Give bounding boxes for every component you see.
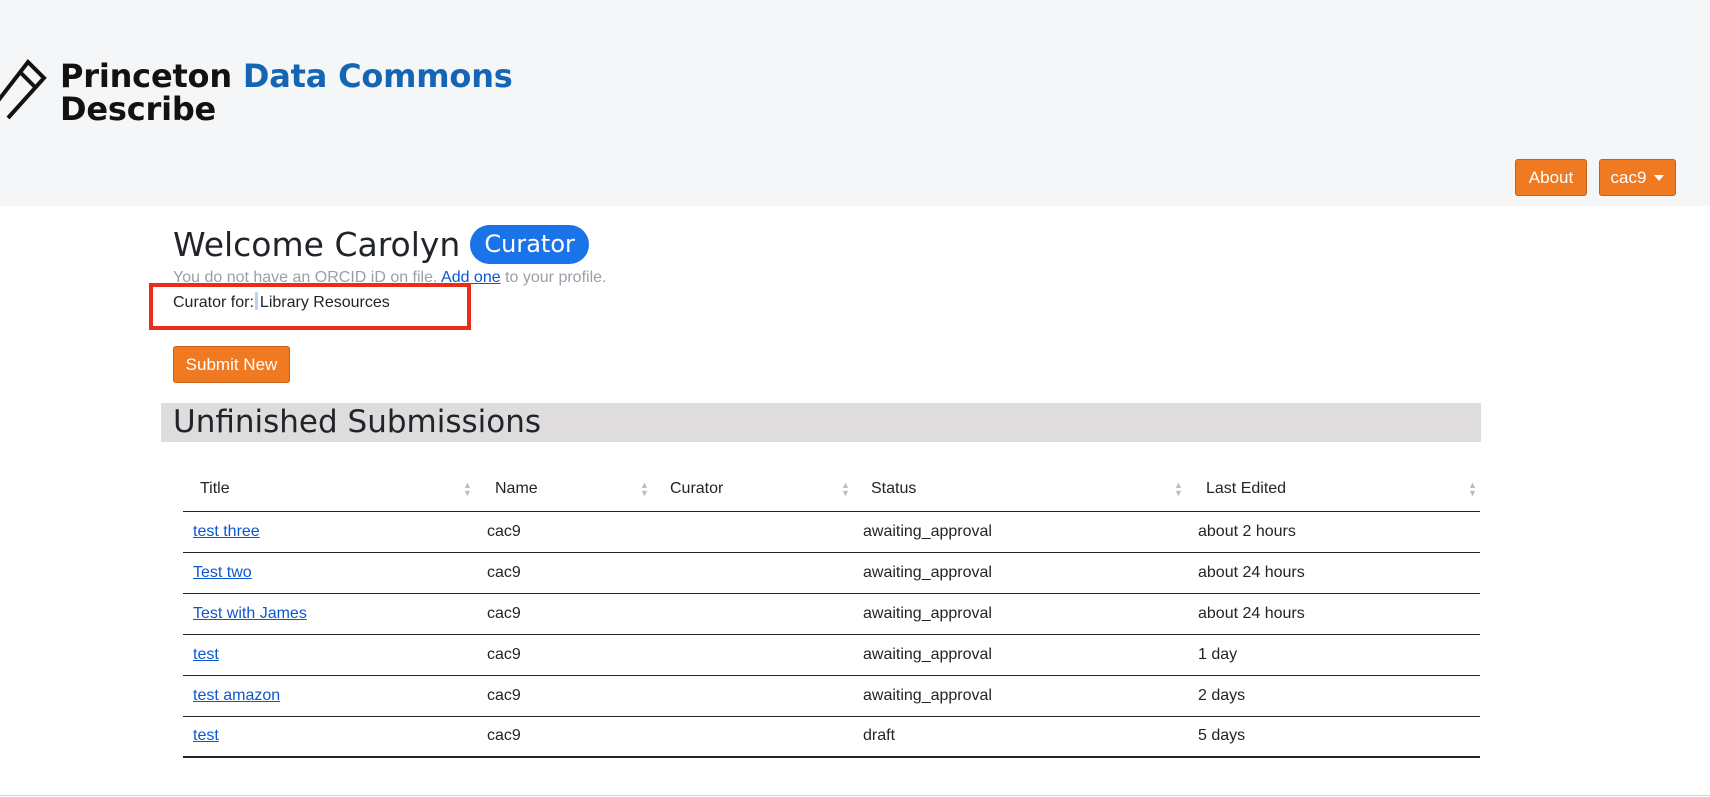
sort-icon[interactable]: ▲ ▼: [841, 481, 850, 498]
cell-curator: [652, 511, 853, 553]
user-menu-label: cac9: [1610, 167, 1647, 187]
cell-title: test three: [183, 511, 477, 553]
submit-new-button[interactable]: Submit New: [173, 346, 290, 383]
table-header-row: Title ▲ ▼ Name ▲ ▼ Curator ▲ ▼ Status ▲ ▼ La…: [183, 468, 1480, 512]
submissions-table: Title ▲ ▼ Name ▲ ▼ Curator ▲ ▼ Status ▲ ▼ La…: [183, 468, 1480, 758]
cell-curator: [652, 593, 853, 635]
about-button[interactable]: About: [1515, 159, 1587, 196]
cell-name: cac9: [477, 552, 652, 594]
cell-curator: [652, 634, 853, 676]
cell-title: Test two: [183, 552, 477, 594]
section-title: Unfinished Submissions: [173, 404, 542, 440]
sort-icon[interactable]: ▲ ▼: [1174, 481, 1183, 498]
cell-status: awaiting_approval: [853, 511, 1188, 553]
table-row: test cac9 awaiting_approval 1 day: [183, 634, 1480, 676]
table-row: test cac9 draft 5 days: [183, 716, 1480, 758]
column-header-status[interactable]: Status ▲ ▼: [853, 468, 1188, 512]
cell-name: cac9: [477, 634, 652, 676]
brand-name-part2: Data Commons: [242, 57, 513, 95]
column-header-name[interactable]: Name ▲ ▼: [477, 468, 652, 512]
column-header-curator[interactable]: Curator ▲ ▼: [652, 468, 853, 512]
column-header-title[interactable]: Title ▲ ▼: [183, 468, 477, 512]
sort-icon[interactable]: ▲ ▼: [463, 481, 472, 498]
welcome-heading: Welcome Carolyn Curator: [173, 225, 589, 264]
column-label: Title: [200, 480, 230, 497]
column-label: Name: [495, 480, 538, 497]
sort-icon[interactable]: ▲ ▼: [1468, 481, 1477, 498]
cell-title: test: [183, 716, 477, 758]
cell-name: cac9: [477, 716, 652, 758]
role-badge: Curator: [470, 225, 589, 264]
caret-down-icon: [1654, 174, 1665, 181]
cell-name: cac9: [477, 593, 652, 635]
submission-title-link[interactable]: Test with James: [193, 605, 307, 622]
cell-curator: [652, 675, 853, 717]
submission-title-link[interactable]: Test two: [193, 564, 252, 581]
table-row: test amazon cac9 awaiting_approval 2 day…: [183, 675, 1480, 717]
submission-title-link[interactable]: test: [193, 646, 219, 663]
column-label: Curator: [670, 480, 724, 497]
cell-status: awaiting_approval: [853, 593, 1188, 635]
brand-name-line2: Describe: [60, 90, 217, 128]
submission-title-link[interactable]: test amazon: [193, 687, 280, 704]
cell-status: awaiting_approval: [853, 675, 1188, 717]
cell-last-edited: about 24 hours: [1188, 552, 1480, 594]
cell-title: test amazon: [183, 675, 477, 717]
column-label: Status: [871, 480, 917, 497]
cell-last-edited: about 24 hours: [1188, 593, 1480, 635]
welcome-title: Welcome Carolyn: [173, 225, 461, 264]
cell-title: test: [183, 634, 477, 676]
site-header: Princeton Data Commons Describe About ca…: [0, 0, 1710, 206]
cell-last-edited: about 2 hours: [1188, 511, 1480, 553]
cell-curator: [652, 716, 853, 758]
submission-title-link[interactable]: test three: [193, 523, 260, 540]
cell-last-edited: 2 days: [1188, 675, 1480, 717]
annotation-highlight-box: [149, 283, 471, 330]
cell-last-edited: 1 day: [1188, 634, 1480, 676]
orcid-notice-suffix: to your profile.: [505, 269, 607, 286]
column-label: Last Edited: [1206, 480, 1287, 497]
table-row: test three cac9 awaiting_approval about …: [183, 511, 1480, 553]
unfinished-submissions-header: Unfinished Submissions: [161, 403, 1481, 442]
pencil-icon: [0, 58, 47, 120]
table-row: Test two cac9 awaiting_approval about 24…: [183, 552, 1480, 594]
cell-title: Test with James: [183, 593, 477, 635]
footer-divider: [0, 795, 1710, 796]
cell-status: draft: [853, 716, 1188, 758]
cell-status: awaiting_approval: [853, 634, 1188, 676]
site-logo[interactable]: Princeton Data Commons Describe: [60, 60, 513, 126]
submission-title-link[interactable]: test: [193, 727, 219, 744]
sort-icon[interactable]: ▲ ▼: [640, 481, 649, 498]
column-header-last-edited[interactable]: Last Edited ▲ ▼: [1188, 468, 1480, 512]
table-row: Test with James cac9 awaiting_approval a…: [183, 593, 1480, 635]
cell-last-edited: 5 days: [1188, 716, 1480, 758]
cell-name: cac9: [477, 675, 652, 717]
user-menu-button[interactable]: cac9: [1599, 159, 1676, 196]
cell-curator: [652, 552, 853, 594]
cell-status: awaiting_approval: [853, 552, 1188, 594]
about-button-label: About: [1528, 167, 1574, 187]
submit-new-label: Submit New: [185, 354, 278, 374]
cell-name: cac9: [477, 511, 652, 553]
